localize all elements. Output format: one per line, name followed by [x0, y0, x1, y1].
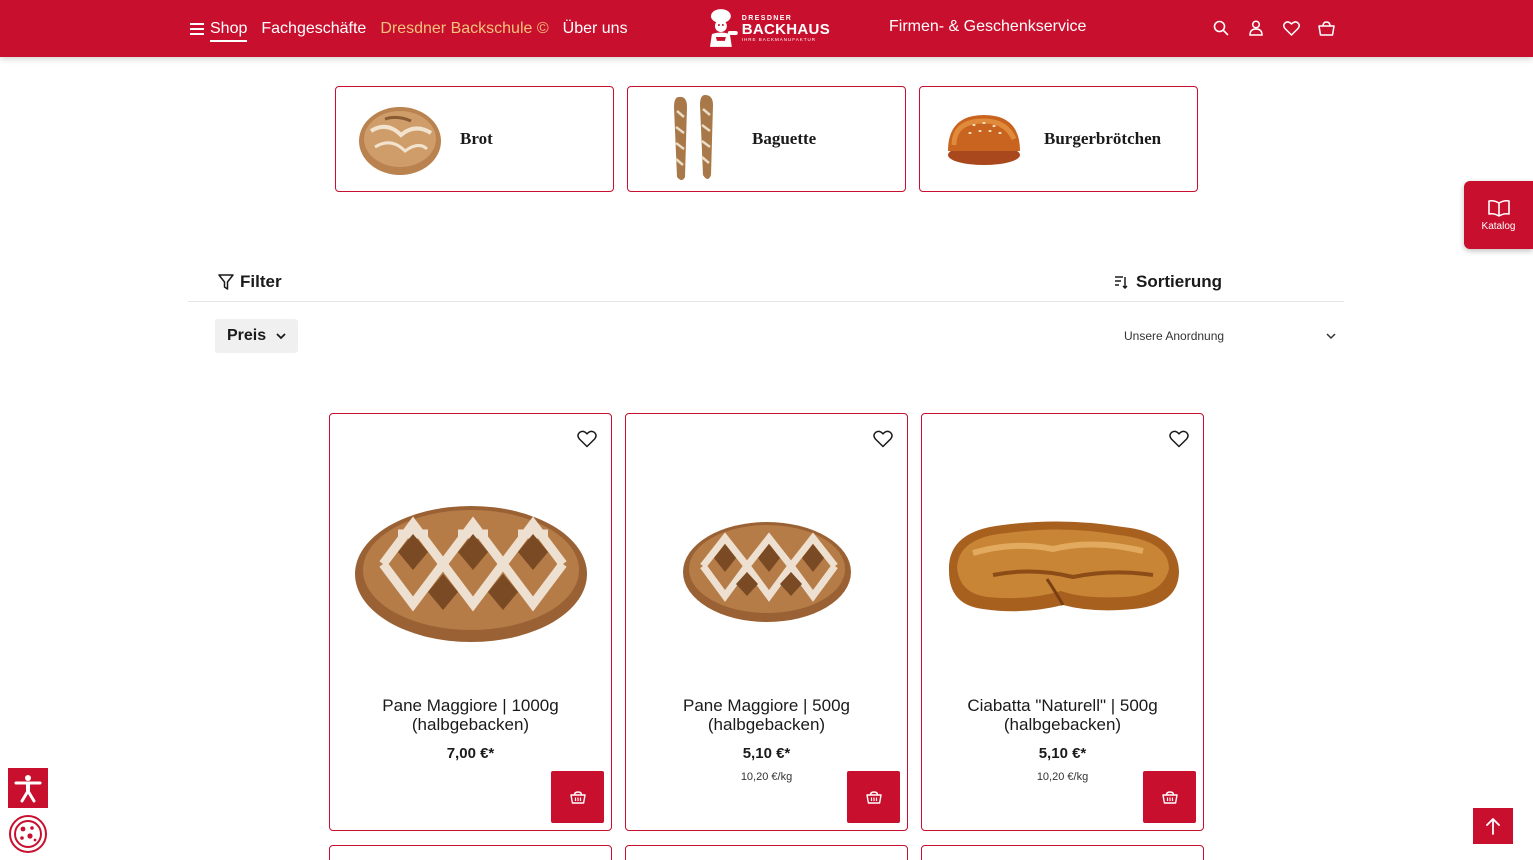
sort-label: Sortierung [1136, 272, 1222, 291]
product-price: 7,00 €* [446, 745, 495, 762]
sort-select[interactable]: Unsere Anordnung [1124, 325, 1336, 347]
category-label-burgerbroetchen: Burgerbrötchen [1044, 129, 1162, 148]
filter-label: Filter [240, 272, 282, 291]
katalog-tab[interactable]: Katalog [1464, 181, 1533, 249]
product-card[interactable]: Ciabatta "Naturell" | 500g (halbgebacken… [921, 413, 1204, 831]
basket-icon [569, 790, 586, 804]
basket-icon [1161, 790, 1178, 804]
chevron-down-icon [276, 332, 286, 339]
add-to-cart-button[interactable] [847, 771, 900, 823]
category-tile-burgerbroetchen[interactable]: Burgerbrötchen [919, 86, 1198, 192]
cookie-icon [14, 820, 42, 848]
nav-fachgeschaefte[interactable]: Fachgeschäfte [261, 20, 366, 38]
baker-mascot-icon [709, 9, 738, 47]
scroll-to-top-button[interactable] [1473, 808, 1513, 844]
nav-ueber-uns[interactable]: Über uns [563, 20, 628, 38]
product-name[interactable]: Pane Maggiore | 1000g (halbgebacken) [340, 696, 601, 734]
product-card[interactable]: Pane Maggiore | 500g (halbgebacken) 5,10… [625, 413, 908, 831]
filter-button[interactable]: Filter [218, 272, 282, 292]
product-card[interactable]: Pane Maggiore | 1000g (halbgebacken) 7,0… [329, 413, 612, 831]
wishlist-icon[interactable] [1282, 18, 1300, 38]
product-image[interactable] [340, 454, 601, 684]
hamburger-icon [190, 22, 204, 35]
product-price: 5,10 €* [1038, 745, 1087, 762]
product-card[interactable] [329, 845, 612, 860]
shop-menu-button[interactable]: Shop [190, 16, 248, 42]
logo-line-3: IHRE BACKMANUFAKTUR [741, 37, 817, 43]
category-tile-brot[interactable]: Brot [335, 86, 614, 192]
add-to-cart-button[interactable] [1143, 771, 1196, 823]
price-filter-chip[interactable]: Preis [215, 319, 298, 353]
katalog-label: Katalog [1481, 220, 1516, 232]
logo-line-2: BACKHAUS [741, 21, 830, 39]
product-name[interactable]: Ciabatta "Naturell" | 500g (halbgebacken… [932, 696, 1193, 734]
funnel-icon [218, 273, 234, 290]
accessibility-button[interactable] [8, 768, 48, 808]
category-label-baguette: Baguette [752, 129, 817, 148]
wishlist-heart-icon[interactable] [873, 430, 893, 448]
filter-bar: Filter Sortierung [188, 268, 1344, 302]
product-card[interactable] [625, 845, 908, 860]
account-icon[interactable] [1247, 18, 1265, 38]
wishlist-heart-icon[interactable] [577, 430, 597, 448]
product-name[interactable]: Pane Maggiore | 500g (halbgebacken) [636, 696, 897, 734]
open-book-icon [1487, 199, 1510, 217]
main-nav: Shop Fachgeschäfte Dresdner Backschule ©… [190, 0, 628, 57]
category-tile-baguette[interactable]: Baguette [627, 86, 906, 192]
price-filter-label: Preis [227, 327, 267, 344]
basket-icon [865, 790, 882, 804]
site-header: Shop Fachgeschäfte Dresdner Backschule ©… [0, 0, 1533, 57]
arrow-up-icon [1486, 818, 1500, 835]
basket-icon[interactable] [1317, 18, 1335, 38]
product-image[interactable] [636, 454, 897, 684]
logo-text: DRESDNER BACKHAUS IHRE BACKMANUFAKTUR [742, 15, 830, 43]
site-logo[interactable]: DRESDNER BACKHAUS IHRE BACKMANUFAKTUR [706, 6, 830, 52]
wishlist-heart-icon[interactable] [1169, 430, 1189, 448]
header-actions [1212, 18, 1335, 38]
nav-shop[interactable]: Shop [210, 16, 248, 42]
category-label-brot: Brot [460, 129, 493, 148]
nav-firmen-geschenkservice[interactable]: Firmen- & Geschenkservice [889, 18, 1086, 36]
search-icon[interactable] [1212, 18, 1230, 38]
chevron-down-icon [1326, 332, 1336, 339]
sort-button[interactable]: Sortierung [1114, 272, 1222, 292]
product-price: 5,10 €* [742, 745, 791, 762]
nav-backschule[interactable]: Dresdner Backschule © [380, 20, 548, 38]
cookie-settings-button[interactable] [9, 815, 47, 853]
baguette-image [642, 94, 742, 184]
product-image[interactable] [932, 454, 1193, 684]
product-card[interactable] [921, 845, 1204, 860]
add-to-cart-button[interactable] [551, 771, 604, 823]
sort-selected-value: Unsere Anordnung [1124, 329, 1225, 343]
burgerbroetchen-image [934, 94, 1034, 184]
sort-icon [1115, 276, 1128, 289]
brot-image [350, 94, 450, 184]
accessibility-icon [14, 775, 42, 803]
